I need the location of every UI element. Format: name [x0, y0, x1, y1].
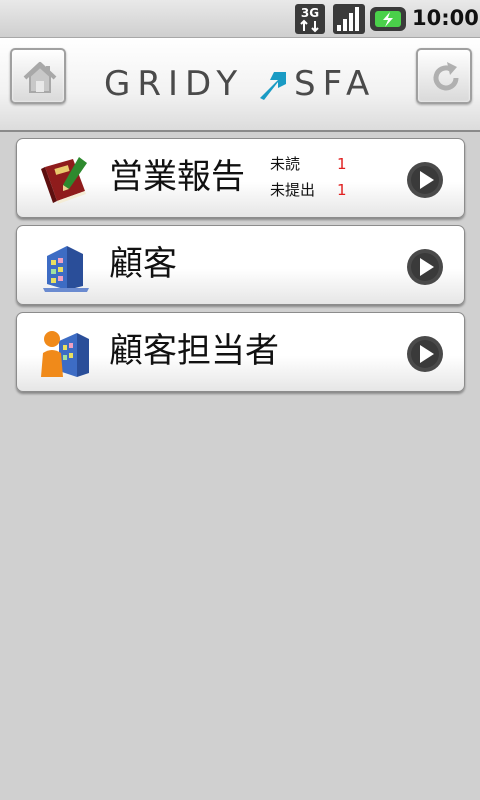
logo-text-right: SFA [294, 64, 377, 104]
logo-text-left: GRIDY [104, 64, 245, 104]
menu-item-label: 顧客担当者 [109, 331, 279, 371]
refresh-icon [433, 62, 459, 91]
unsubmitted-label: 未提出 [270, 181, 316, 199]
logo-arrow-icon [260, 72, 286, 100]
chevron-right-icon [407, 162, 443, 198]
menu-item-customers[interactable]: 顧客 [16, 225, 465, 305]
home-icon [23, 62, 57, 93]
3g-label: 3G [301, 6, 319, 20]
chevron-right-icon [407, 336, 443, 372]
menu-item-label: 顧客 [109, 244, 177, 284]
unread-label: 未読 [270, 155, 301, 173]
3g-data-icon: 3G [295, 4, 325, 34]
report-badges: 未読 1 未提出 1 [270, 151, 360, 203]
refresh-button[interactable] [416, 48, 472, 104]
diary-book-icon [41, 157, 87, 204]
person-building-icon [41, 331, 89, 377]
unread-row: 未読 1 [270, 151, 360, 177]
menu-item-sales-report[interactable]: 営業報告 未読 1 未提出 1 [16, 138, 465, 218]
app-logo: GRIDY SFA [104, 64, 374, 104]
unsubmitted-row: 未提出 1 [270, 177, 360, 203]
app-header: GRIDY SFA [0, 38, 480, 132]
menu-item-label: 営業報告 [109, 157, 245, 197]
unsubmitted-count: 1 [337, 181, 347, 199]
home-button[interactable] [10, 48, 66, 104]
menu-item-customer-contacts[interactable]: 顧客担当者 [16, 312, 465, 392]
chevron-right-icon [407, 249, 443, 285]
clock: 10:00 [412, 6, 479, 30]
building-icon [43, 246, 89, 292]
unread-count: 1 [337, 155, 347, 173]
status-bar: 3G 10:00 [0, 0, 480, 38]
battery-charging-icon [370, 7, 406, 31]
signal-strength-icon [333, 4, 365, 34]
